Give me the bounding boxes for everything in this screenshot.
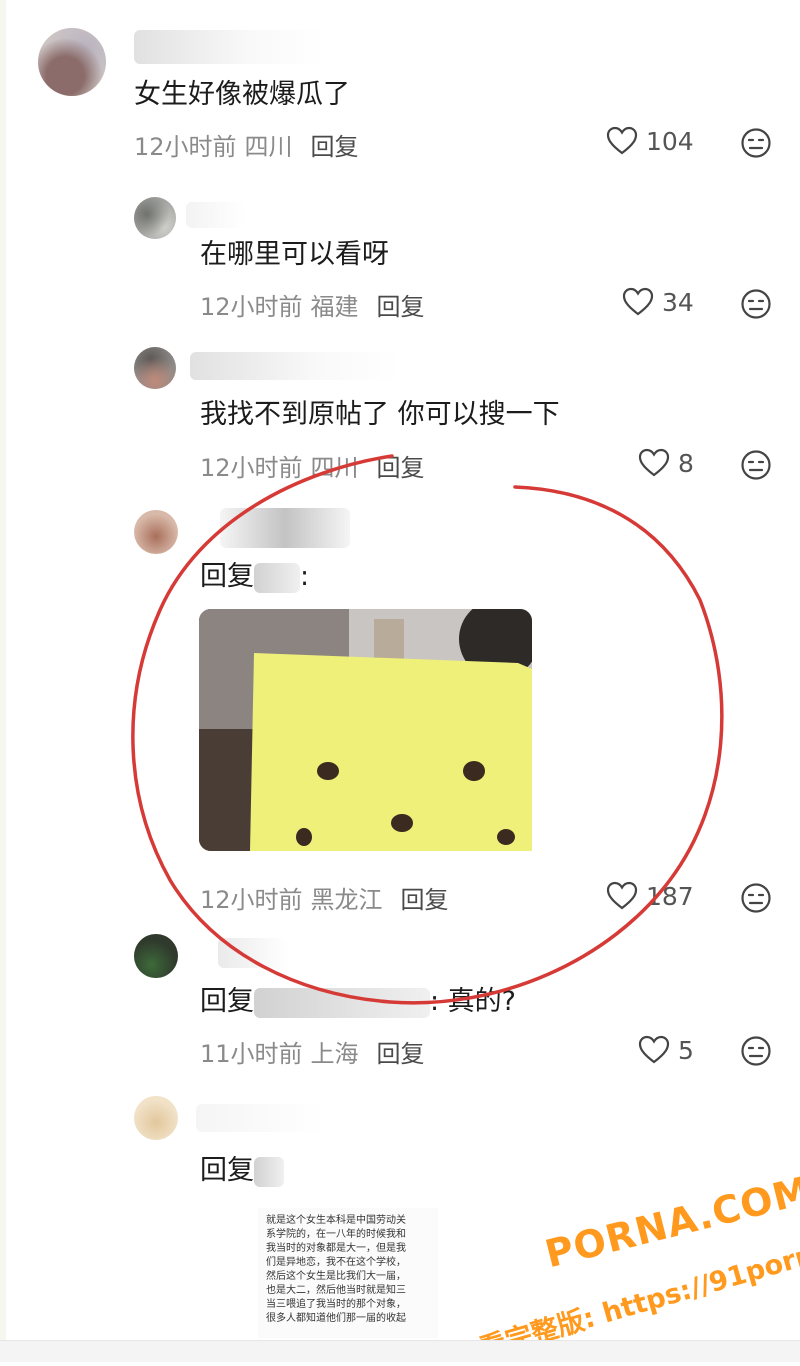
heart-outline-icon [638, 1035, 670, 1064]
heart-outline-icon [606, 126, 638, 155]
reply-prefix: 回复 [200, 986, 254, 1017]
mention-redacted[interactable] [254, 562, 300, 593]
bottom-bar [0, 1340, 800, 1362]
neutral-face-icon[interactable] [740, 127, 772, 159]
like-count: 5 [678, 1035, 694, 1065]
like-count: 8 [678, 448, 694, 478]
comment-time: 12小时前 [134, 133, 237, 161]
reply-suffix: : [300, 561, 310, 592]
like-button[interactable]: 104 [606, 126, 694, 156]
reply-suffix: : 真的? [430, 986, 517, 1017]
reply-button[interactable]: 回复 [377, 293, 425, 321]
mention-redacted[interactable] [254, 987, 430, 1018]
doc-line: 我当时的对象都是大一，但是我 [266, 1243, 406, 1254]
comment-meta: 12小时前 四川 回复 [200, 448, 425, 483]
heart-outline-icon [638, 448, 670, 477]
neutral-face-icon[interactable] [740, 882, 772, 914]
username-redacted[interactable] [190, 352, 400, 380]
comment-meta: 12小时前 福建 回复 [200, 287, 425, 322]
doc-line: 就是这个女生本科是中国劳动关 [266, 1215, 406, 1226]
doc-line: 然后这个女生是比我们大一届， [266, 1271, 406, 1282]
reply-button[interactable]: 回复 [401, 886, 449, 914]
comment-location: 四川 [310, 454, 359, 482]
username-redacted[interactable] [196, 1104, 326, 1132]
comment-text: 女生好像被爆瓜了 [134, 79, 350, 110]
like-count: 34 [662, 287, 694, 317]
sticker-overlay [250, 653, 532, 851]
heart-outline-icon [622, 287, 654, 316]
username-redacted[interactable] [220, 508, 350, 548]
comment-time: 11小时前 [200, 1040, 303, 1068]
like-button[interactable]: 5 [638, 1035, 694, 1065]
comment-location: 四川 [244, 133, 293, 161]
avatar[interactable] [134, 347, 176, 389]
comment-time: 12小时前 [200, 293, 303, 321]
like-button[interactable]: 187 [606, 881, 694, 911]
like-count: 104 [646, 126, 694, 156]
neutral-face-icon[interactable] [740, 1035, 772, 1067]
heart-outline-icon [606, 881, 638, 910]
username-redacted[interactable] [218, 938, 288, 968]
like-count: 187 [646, 881, 694, 911]
comment-text: 回复: [200, 560, 309, 594]
comment-text: 在哪里可以看呀 [200, 239, 389, 270]
avatar[interactable] [134, 1096, 178, 1140]
reply-button[interactable]: 回复 [377, 454, 425, 482]
comment-time: 12小时前 [200, 454, 303, 482]
left-edge-strip [0, 0, 6, 1361]
doc-line: 当三喂追了我当时的那个对象， [266, 1299, 406, 1310]
reply-prefix: 回复 [200, 1155, 254, 1186]
comment-meta: 12小时前 四川 回复 [134, 127, 359, 162]
like-button[interactable]: 8 [638, 448, 694, 478]
username-redacted[interactable] [186, 202, 246, 228]
reply-button[interactable]: 回复 [311, 133, 359, 161]
doc-line: 也是大二，然后他当时就是知三 [266, 1285, 406, 1296]
mention-redacted[interactable] [254, 1156, 284, 1187]
avatar[interactable] [38, 28, 106, 96]
doc-line: 们是异地恋，我不在这个学校， [266, 1257, 406, 1268]
avatar[interactable] [134, 197, 176, 239]
neutral-face-icon[interactable] [740, 449, 772, 481]
doc-line: 系学院的，在一八年的时候我和 [266, 1229, 406, 1240]
doc-line: 很多人都知道他们那一届的收起 [266, 1313, 406, 1324]
screenshot-document[interactable]: 就是这个女生本科是中国劳动关 系学院的，在一八年的时候我和 我当时的对象都是大一… [258, 1208, 438, 1338]
avatar[interactable] [134, 510, 178, 554]
like-button[interactable]: 34 [622, 287, 694, 317]
username-redacted[interactable] [134, 30, 324, 64]
comment-meta: 12小时前 黑龙江 回复 [200, 880, 449, 915]
comment-text: 回复 [200, 1154, 284, 1188]
comment-text: 回复 : 真的? [200, 985, 516, 1019]
comment-location: 黑龙江 [310, 886, 383, 914]
comment-meta: 11小时前 上海 回复 [200, 1034, 425, 1069]
comment-location: 福建 [310, 293, 359, 321]
reply-prefix: 回复 [200, 561, 254, 592]
avatar[interactable] [134, 934, 178, 978]
comment-time: 12小时前 [200, 886, 303, 914]
comment-text: 我找不到原帖了 你可以搜一下 [200, 399, 560, 430]
neutral-face-icon[interactable] [740, 288, 772, 320]
comment-location: 上海 [310, 1040, 359, 1068]
reply-button[interactable]: 回复 [377, 1040, 425, 1068]
